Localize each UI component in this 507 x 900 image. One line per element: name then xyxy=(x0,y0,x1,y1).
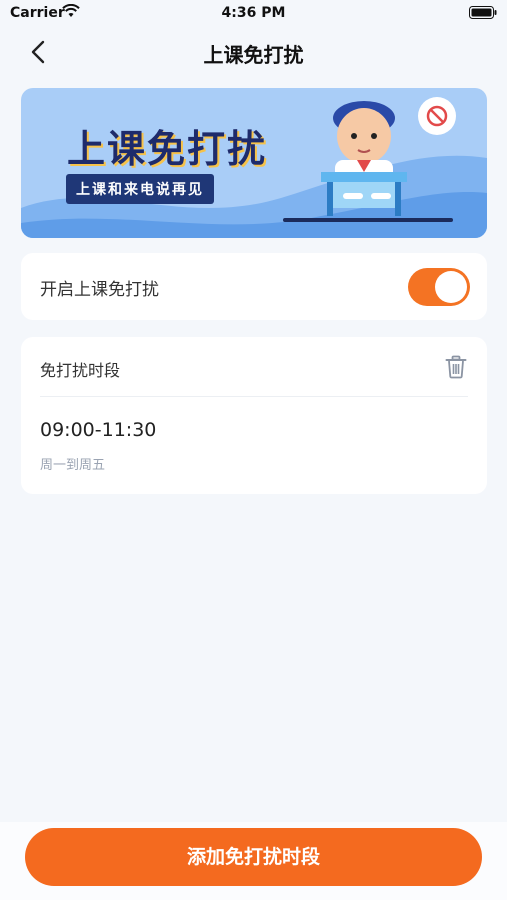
trash-icon[interactable] xyxy=(445,355,467,379)
nav-bar: 上课免打扰 xyxy=(0,30,507,74)
page-title: 上课免打扰 xyxy=(203,43,304,67)
banner-title: 上课免打扰 xyxy=(67,127,268,171)
status-bar: Carrier 4:36 PM xyxy=(0,0,507,28)
period-section-header: 免打扰时段 xyxy=(40,361,121,380)
battery-icon xyxy=(469,6,497,19)
banner-subtitle: 上课和来电说再见 xyxy=(66,174,214,204)
divider xyxy=(40,396,468,397)
add-period-button[interactable]: 添加免打扰时段 xyxy=(25,828,482,886)
toggle-card: 开启上课免打扰 xyxy=(21,253,487,320)
do-not-disturb-switch[interactable] xyxy=(408,268,470,306)
period-card: 免打扰时段 09:00-11:30 周一到周五 xyxy=(21,337,487,494)
clock: 4:36 PM xyxy=(221,5,286,21)
period-days: 周一到周五 xyxy=(40,458,106,473)
switch-knob xyxy=(435,271,467,303)
toggle-label: 开启上课免打扰 xyxy=(40,280,159,300)
period-time[interactable]: 09:00-11:30 xyxy=(40,419,156,441)
banner-illustration: 上课免打扰 上课和来电说再见 xyxy=(21,88,487,238)
